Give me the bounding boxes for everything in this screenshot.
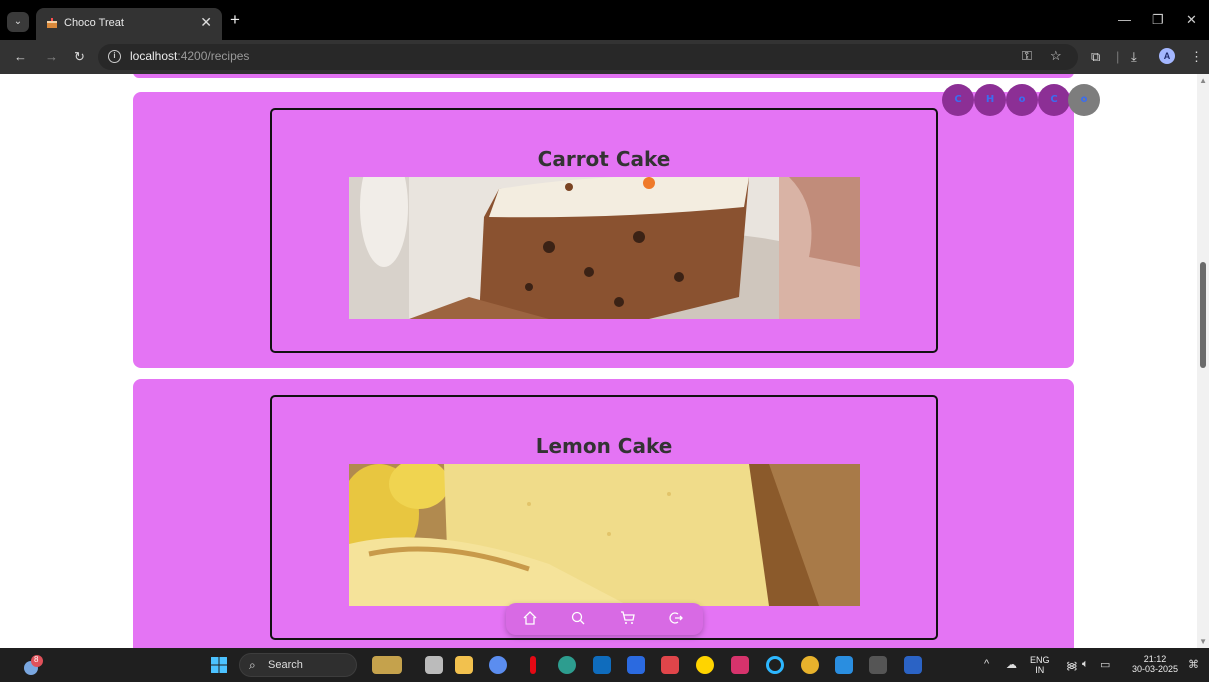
terminal-icon[interactable]	[869, 656, 887, 674]
windows-start-icon[interactable]	[210, 656, 228, 674]
widget-icon[interactable]	[372, 656, 402, 674]
search-label: Search	[268, 659, 303, 671]
browser-toolbar: ← → ↻ i localhost:4200/recipes ⚿ ☆ ⧉ | ⤓…	[0, 40, 1209, 74]
task-view-icon[interactable]	[425, 656, 443, 674]
windows-taskbar: 8 ⌕ Search ^ ☁ ENG IN ᯼ 🔈︎ ▭ 21:12 30-03-2…	[0, 648, 1209, 682]
badge-letter[interactable]: o	[1006, 84, 1038, 116]
new-tab-button[interactable]: +	[230, 11, 240, 28]
back-icon[interactable]: ←	[14, 49, 27, 64]
browser-tab[interactable]: Choco Treat ✕	[36, 8, 222, 40]
recipe-title: Carrot Cake	[537, 147, 671, 171]
vscode-icon[interactable]	[835, 656, 853, 674]
recipe-card-previous	[133, 74, 1074, 78]
forward-icon[interactable]: →	[45, 49, 58, 64]
scroll-thumb[interactable]	[1200, 262, 1206, 368]
mcafee-icon[interactable]	[661, 656, 679, 674]
browser-tab-bar: ⌄ Choco Treat ✕ + — ❐ ✕	[0, 0, 1209, 40]
search-icon: ⌕	[249, 658, 256, 672]
copilot-icon[interactable]	[489, 656, 507, 674]
menu-kebab-icon[interactable]: ⋮	[1190, 49, 1203, 65]
netflix-icon[interactable]	[530, 656, 536, 674]
toolbar-divider: |	[1116, 49, 1120, 64]
file-explorer-icon[interactable]	[455, 656, 473, 674]
badge-letter[interactable]: C	[942, 84, 974, 116]
download-icon[interactable]: ⤓	[1131, 49, 1137, 65]
cortana-icon[interactable]	[766, 656, 784, 674]
minimize-icon[interactable]: —	[1118, 12, 1131, 27]
page-scrollbar[interactable]: ▲ ▼	[1197, 74, 1209, 648]
carrot-cake-image	[349, 177, 860, 319]
edge-icon[interactable]	[558, 656, 576, 674]
recipe-title: Lemon Cake	[535, 434, 673, 458]
tab-close-icon[interactable]: ✕	[200, 14, 212, 31]
tab-search-chevron-icon[interactable]: ⌄	[7, 12, 29, 32]
weather-icon[interactable]	[22, 654, 44, 676]
password-key-icon[interactable]: ⚿	[1022, 48, 1032, 64]
weather-badge-count: 8	[34, 655, 39, 664]
cart-icon[interactable]	[620, 610, 636, 626]
window-close-icon[interactable]: ✕	[1186, 12, 1197, 28]
word-icon[interactable]	[904, 656, 922, 674]
linkedin-icon[interactable]	[627, 656, 645, 674]
cake-favicon-icon	[47, 18, 57, 28]
badge-letter[interactable]: C	[1038, 84, 1070, 116]
battery-icon[interactable]: ▭	[1100, 658, 1110, 671]
wifi-icon[interactable]: ᯼	[1066, 658, 1078, 673]
search-icon[interactable]	[570, 610, 586, 626]
reload-icon[interactable]: ↻	[74, 49, 85, 65]
badge-letter[interactable]: o	[1068, 84, 1100, 116]
home-icon[interactable]	[522, 610, 538, 626]
notification-icon[interactable]: ⌘	[1188, 658, 1199, 671]
logout-icon[interactable]	[668, 610, 684, 626]
bottom-nav	[506, 603, 703, 635]
tab-title: Choco Treat	[64, 17, 124, 29]
profile-avatar[interactable]: A	[1159, 48, 1175, 64]
snapchat-icon[interactable]	[696, 656, 714, 674]
site-info-icon[interactable]: i	[108, 50, 121, 63]
chrome-icon[interactable]	[801, 656, 819, 674]
scroll-down-icon[interactable]: ▼	[1199, 637, 1207, 646]
recipe-card-frame: Carrot Cake	[270, 108, 938, 353]
onedrive-icon[interactable]: ☁	[1006, 658, 1017, 671]
instagram-icon[interactable]	[731, 656, 749, 674]
extensions-icon[interactable]: ⧉	[1091, 49, 1100, 65]
address-bar[interactable]: i localhost:4200/recipes ⚿ ☆	[98, 44, 1078, 70]
bookmark-star-icon[interactable]: ☆	[1050, 48, 1062, 64]
outlook-icon[interactable]	[593, 656, 611, 674]
scroll-up-icon[interactable]: ▲	[1199, 76, 1207, 85]
tray-chevron-icon[interactable]: ^	[984, 658, 989, 670]
restore-icon[interactable]: ❐	[1152, 12, 1164, 28]
url-text[interactable]: localhost:4200/recipes	[130, 49, 249, 63]
page-viewport: Carrot Cake Lemon Cake C H o C o ▲ ▼	[0, 74, 1209, 648]
clock[interactable]: 21:12 30-03-2025	[1126, 654, 1184, 674]
taskbar-search[interactable]: ⌕ Search	[239, 653, 357, 677]
language-indicator[interactable]: ENG IN	[1030, 655, 1050, 675]
badge-letter[interactable]: H	[974, 84, 1006, 116]
volume-icon[interactable]: 🔈︎	[1082, 658, 1089, 671]
recipe-card: Carrot Cake	[133, 92, 1074, 368]
lemon-cake-image	[349, 464, 860, 606]
